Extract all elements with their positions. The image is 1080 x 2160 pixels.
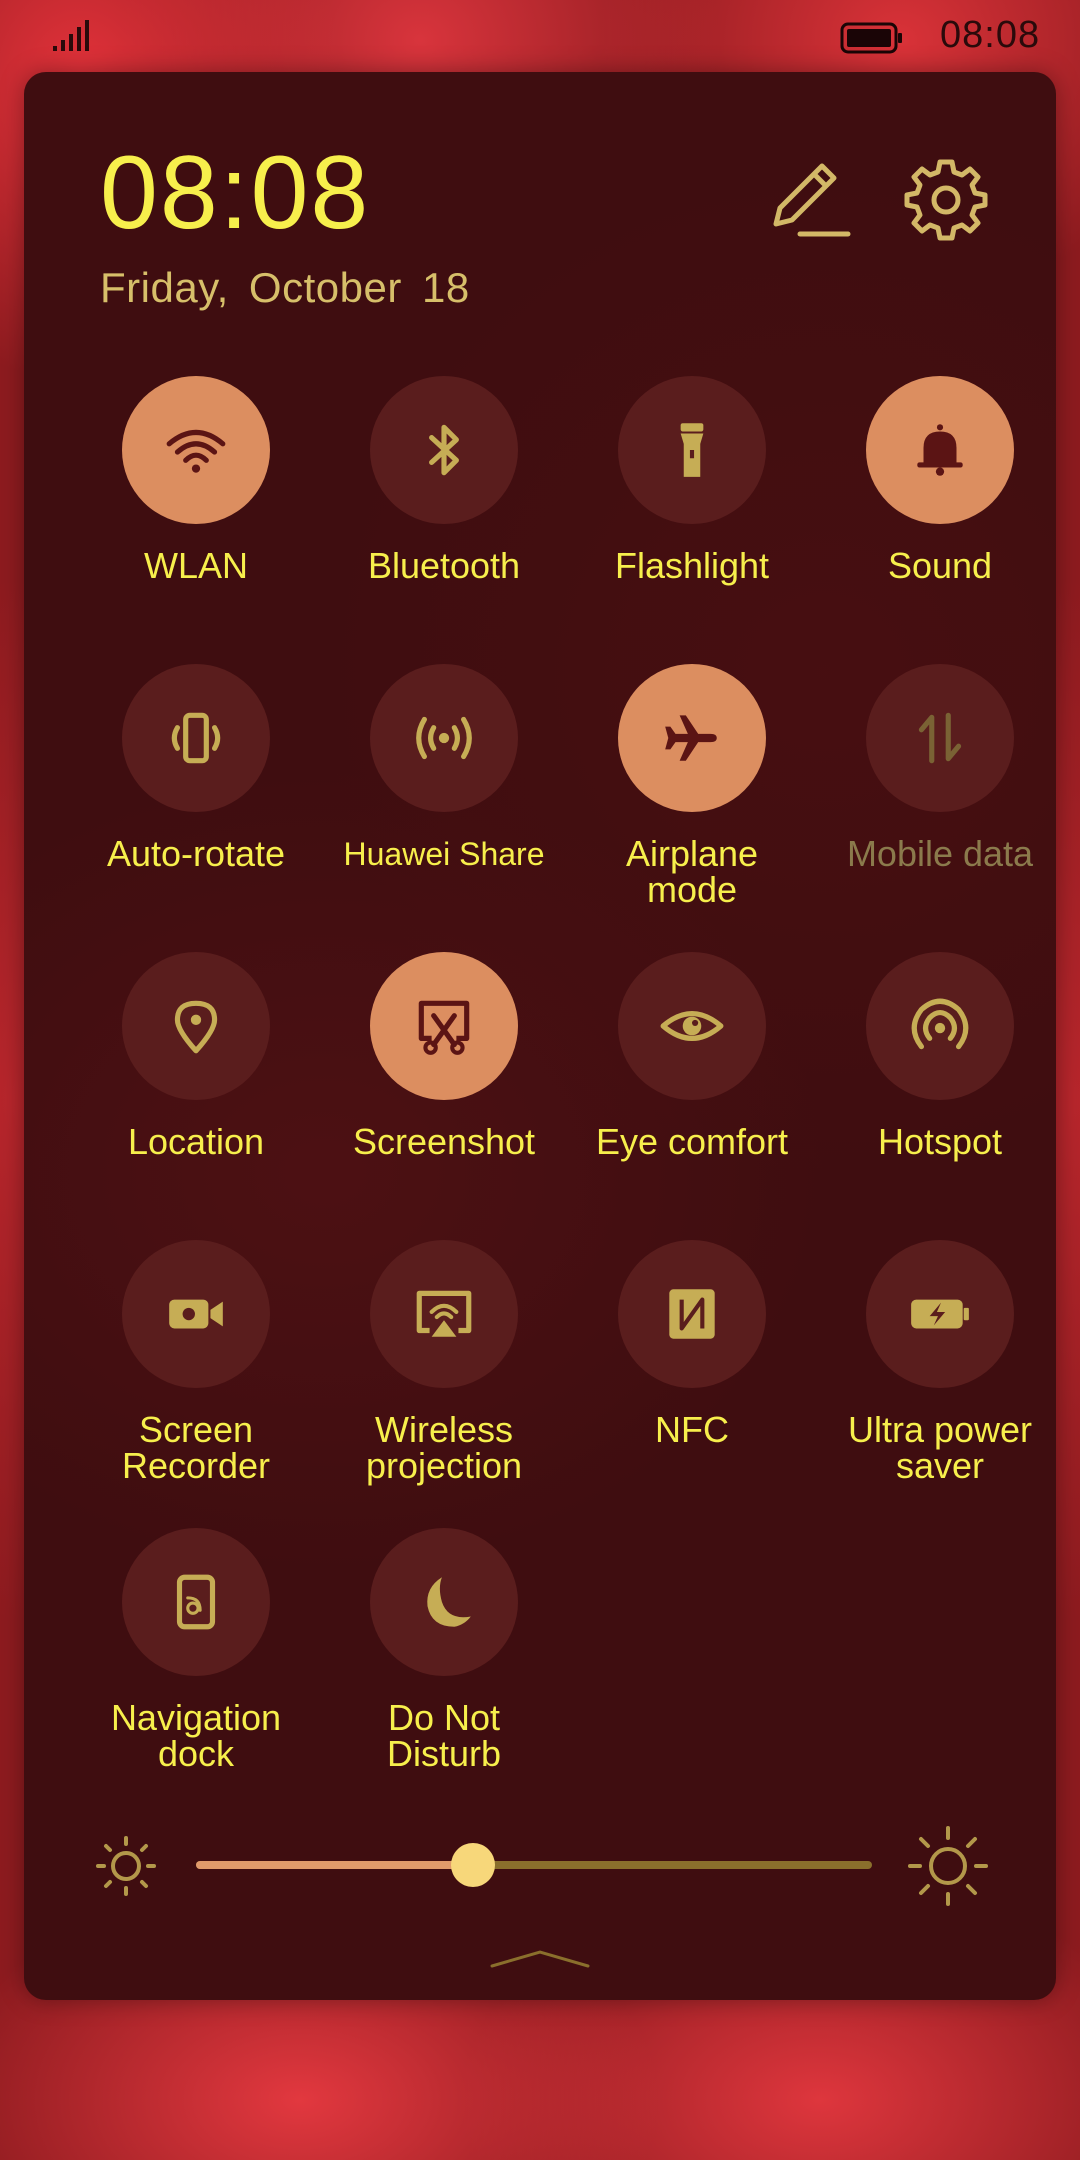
hotspot-toggle[interactable] [866,952,1014,1100]
tile-eye-comfort[interactable]: Eye comfort [568,952,816,1212]
tile-wireless-projection[interactable]: Wireless projection [320,1240,568,1500]
power-saver-icon [911,1299,969,1329]
tile-label: NFC [655,1409,729,1450]
mobile-data-icon [918,712,962,764]
brightness-low-icon [96,1836,156,1896]
tile-label: Huawei Share [343,836,545,872]
tile-label: Screen Recorder [121,1409,271,1486]
screenshot-toggle[interactable] [370,952,518,1100]
navigation-dock-icon [176,1574,216,1630]
brightness-high-icon [908,1826,988,1906]
screen-recorder-icon [169,1299,223,1329]
signal-icon [53,20,89,51]
share-icon [416,716,472,760]
brightness-slider[interactable] [196,1843,872,1887]
tile-location[interactable]: Location [72,952,320,1212]
auto-rotate-toggle[interactable] [122,664,270,812]
screenshot-icon [418,1000,470,1055]
tile-label: Mobile data [846,833,1034,874]
moon-icon [427,1577,471,1627]
wireless-projection-icon [416,1290,472,1337]
huawei-share-toggle[interactable] [370,664,518,812]
tile-label: Eye comfort [595,1121,789,1162]
battery-icon [840,22,902,54]
tile-screenshot[interactable]: Screenshot [320,952,568,1212]
clock[interactable]: 08:08 [100,134,370,253]
wifi-icon [166,430,226,473]
tile-label: Location [127,1121,265,1162]
tile-nfc[interactable]: NFC [568,1240,816,1500]
nfc-toggle[interactable] [618,1240,766,1388]
tile-huawei-share[interactable]: Huawei Share [320,664,568,924]
status-bar: 08:08 [0,0,1080,72]
tile-navigation-dock[interactable]: Navigation dock [72,1528,320,1788]
eye-icon [660,1011,724,1041]
brightness-slider-fill [196,1861,474,1869]
bluetooth-icon [429,424,459,476]
eye-comfort-toggle[interactable] [618,952,766,1100]
flashlight-icon [680,423,704,477]
tile-ultra-power-saver[interactable]: Ultra power saver [816,1240,1064,1500]
navigation-dock-toggle[interactable] [122,1528,270,1676]
hotspot-icon [911,998,969,1050]
bluetooth-toggle[interactable] [370,376,518,524]
tile-label: Ultra power saver [847,1409,1033,1486]
tile-bluetooth[interactable]: Bluetooth [320,376,568,636]
tile-hotspot[interactable]: Hotspot [816,952,1064,1212]
tile-label: Auto-rotate [106,833,286,874]
airplane-icon [665,715,717,761]
mobile-data-toggle [866,664,1014,812]
tile-mobile-data: Mobile data [816,664,1064,924]
tile-label: Wireless projection [365,1409,523,1486]
tile-label: Do Not Disturb [386,1697,502,1774]
gear-icon[interactable] [896,148,996,248]
location-toggle[interactable] [122,952,270,1100]
airplane-mode-toggle[interactable] [618,664,766,812]
ultra-power-saver-toggle[interactable] [866,1240,1014,1388]
brightness-slider-thumb[interactable] [451,1843,496,1887]
tile-label: Sound [887,545,993,586]
pencil-icon[interactable] [754,150,854,250]
tile-label: Hotspot [877,1121,1003,1162]
tile-auto-rotate[interactable]: Auto-rotate [72,664,320,924]
tile-label: WLAN [143,545,248,586]
status-time: 08:08 [940,14,1041,56]
auto-rotate-icon [171,712,221,764]
sound-toggle[interactable] [866,376,1014,524]
date[interactable]: Friday, October 18 [100,264,470,312]
tile-label: Screenshot [352,1121,536,1162]
wifi-toggle[interactable] [122,376,270,524]
tile-label: Bluetooth [367,545,521,586]
tile-airplane-mode[interactable]: Airplane mode [568,664,816,924]
tile-flashlight[interactable]: Flashlight [568,376,816,636]
tile-label: Navigation dock [110,1697,282,1774]
tile-wlan[interactable]: WLAN [72,376,320,636]
tile-screen-recorder[interactable]: Screen Recorder [72,1240,320,1500]
tile-do-not-disturb[interactable]: Do Not Disturb [320,1528,568,1788]
location-icon [174,1000,218,1054]
quick-settings-panel: 08:08 Friday, October 18 WLAN Bluetooth … [24,72,1056,2000]
nfc-icon [669,1289,715,1339]
collapse-handle[interactable] [488,1942,592,1972]
wireless-projection-toggle[interactable] [370,1240,518,1388]
tile-sound[interactable]: Sound [816,376,1064,636]
do-not-disturb-toggle[interactable] [370,1528,518,1676]
bell-icon [917,424,963,476]
screen-recorder-toggle[interactable] [122,1240,270,1388]
tile-label: Airplane mode [625,833,759,910]
flashlight-toggle[interactable] [618,376,766,524]
tile-label: Flashlight [614,545,770,586]
